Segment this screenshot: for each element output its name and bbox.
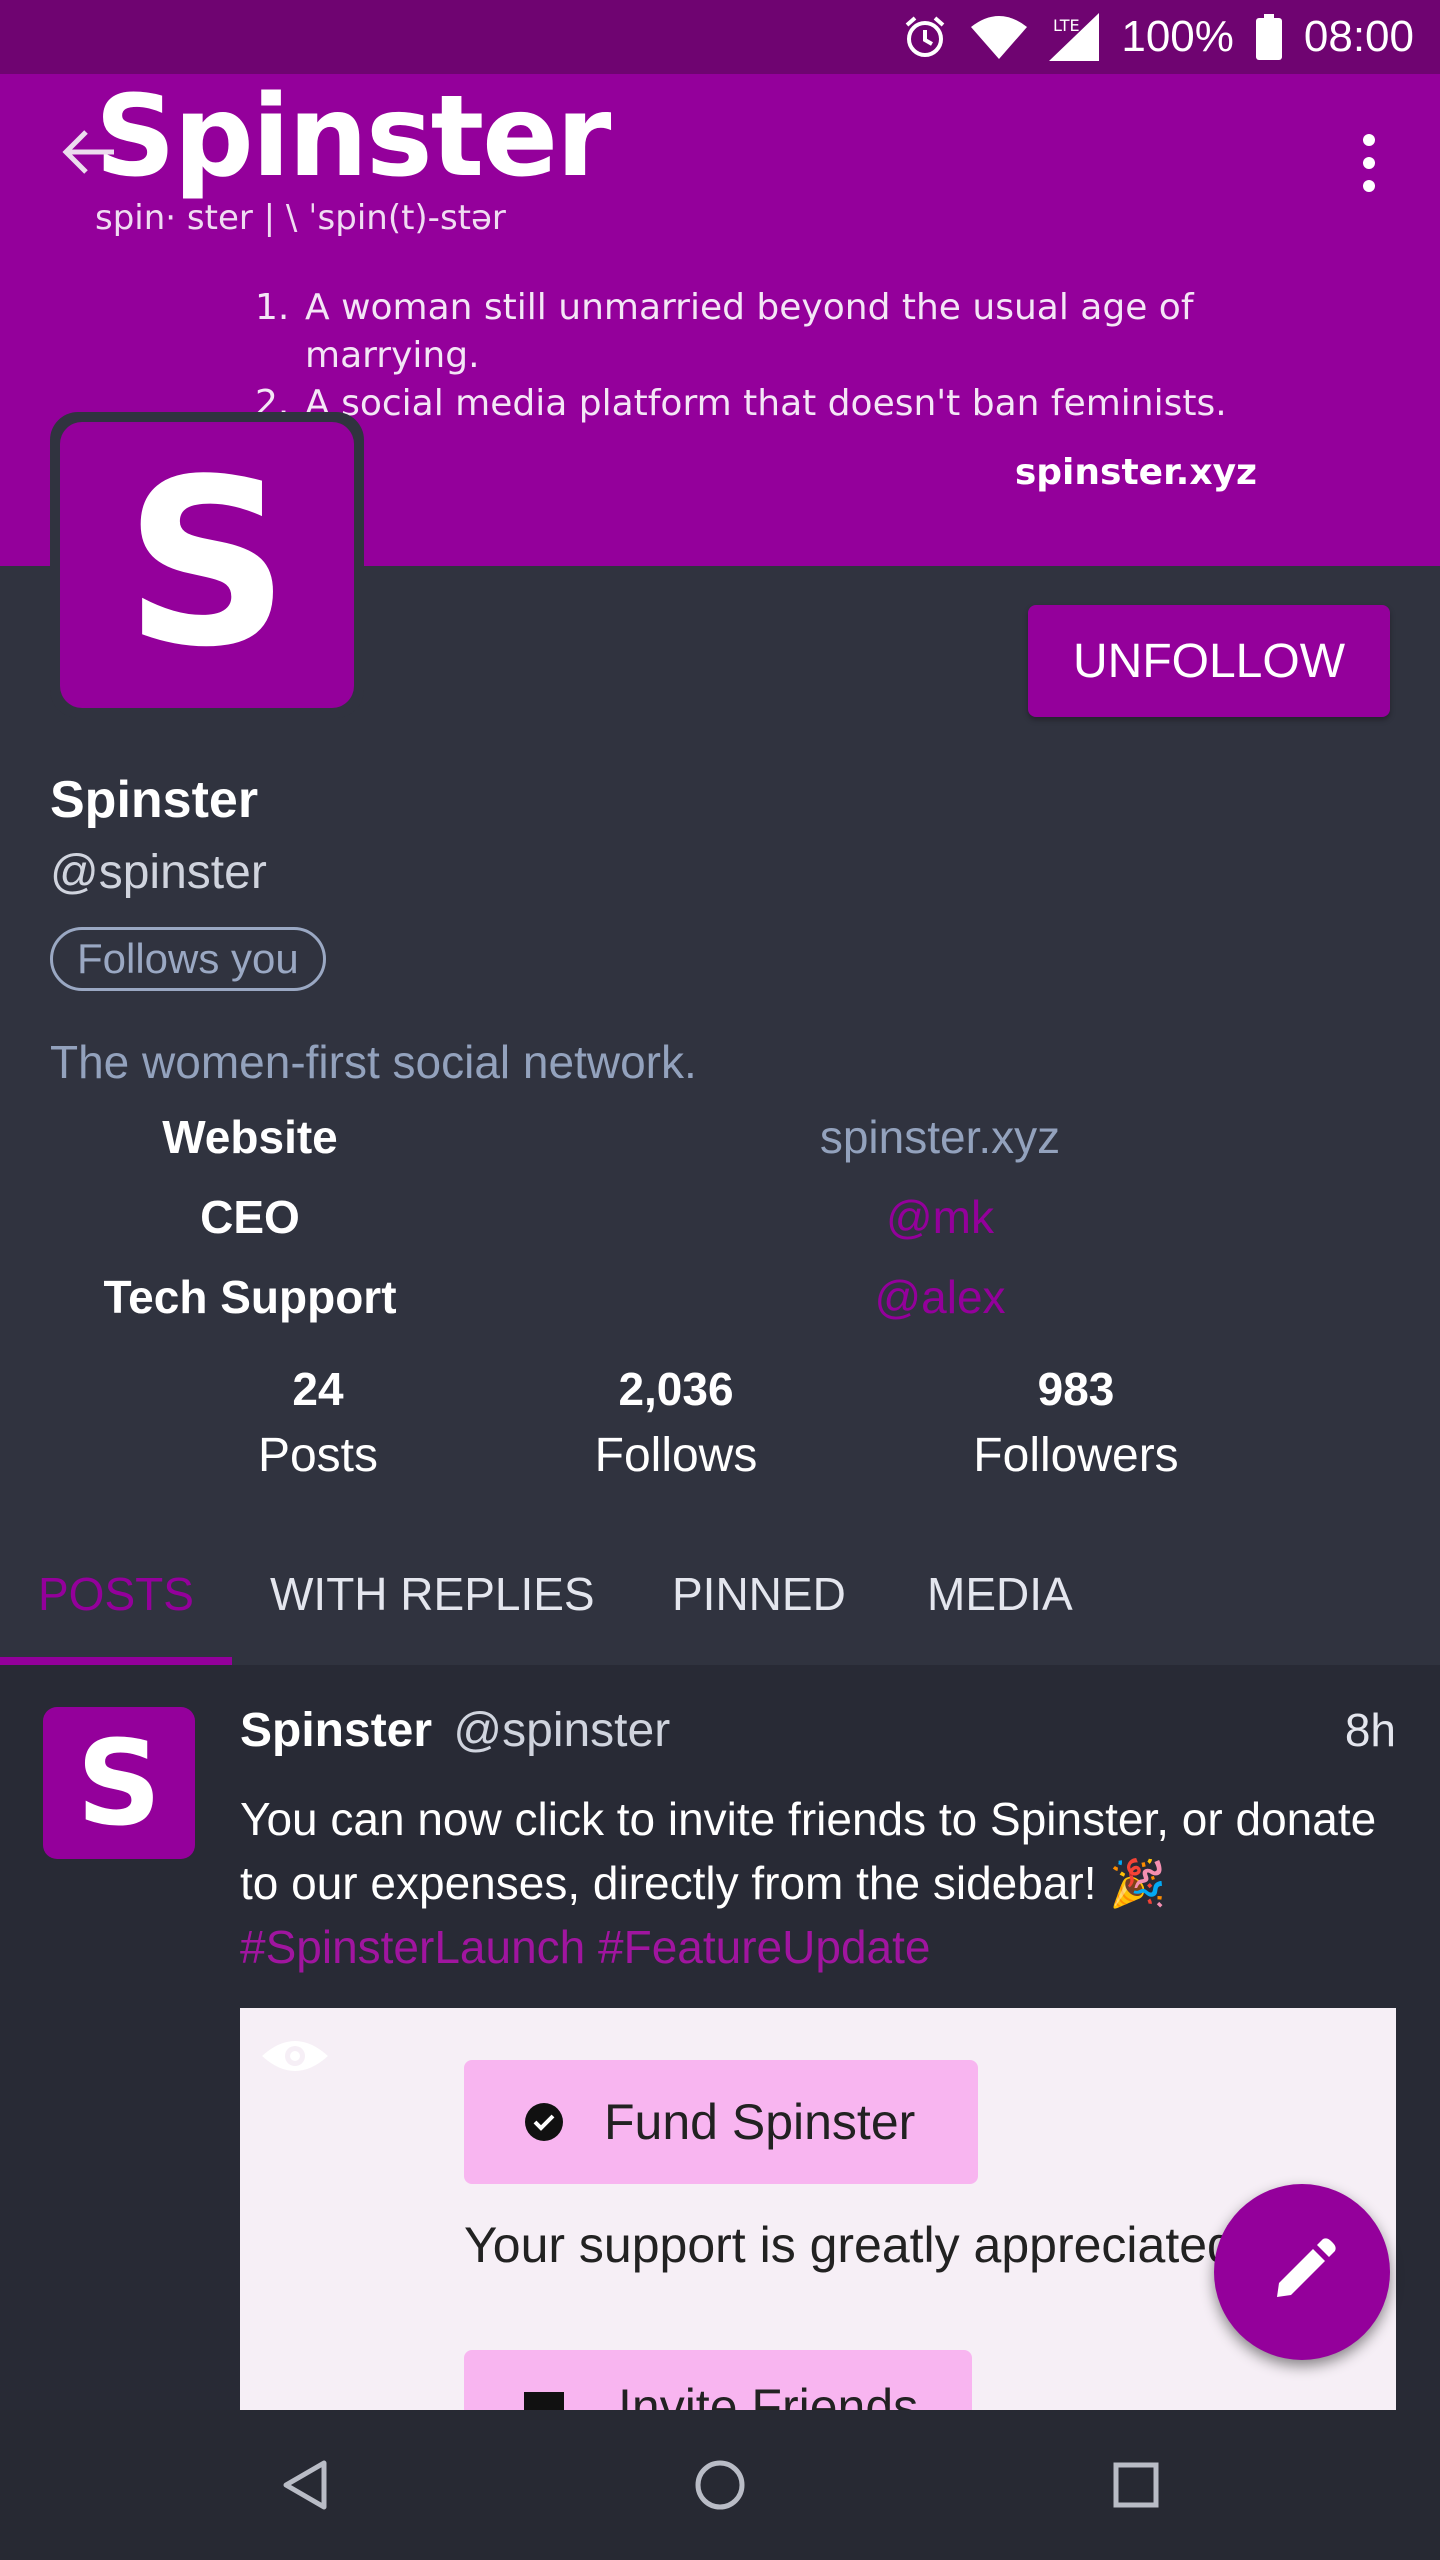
lte-signal-icon: LTE xyxy=(1049,13,1100,61)
field-value-tech-support[interactable]: @alex xyxy=(690,1270,1190,1324)
eye-icon[interactable] xyxy=(258,2032,332,2080)
field-value-website[interactable]: spinster.xyz xyxy=(690,1110,1190,1164)
invite-friends-label: Invite Friends xyxy=(618,2379,919,2410)
avatar-letter: S xyxy=(60,422,354,708)
definition-item: 1. A woman still unmarried beyond the us… xyxy=(255,284,1295,380)
stat-label: Followers xyxy=(973,1429,1179,1482)
stat-number: 2,036 xyxy=(618,1363,734,1415)
post-avatar[interactable]: S xyxy=(43,1707,195,1859)
post-header: Spinster @spinster xyxy=(240,1703,670,1758)
banner-pronunciation: spin· ster | \ ˈspin(t)-stər xyxy=(95,198,506,238)
tab-with-replies[interactable]: WITH REPLIES xyxy=(270,1567,595,1621)
profile-avatar: S xyxy=(50,412,364,718)
back-nav-icon[interactable] xyxy=(274,2455,334,2515)
profile-bio: The women-first social network. xyxy=(50,1036,697,1088)
post-text: You can now click to invite friends to S… xyxy=(240,1793,1377,1909)
banner-url: spinster.xyz xyxy=(1014,452,1257,493)
fund-spinster-button: Fund Spinster xyxy=(464,2060,978,2184)
unfollow-button[interactable]: UNFOLLOW xyxy=(1028,605,1390,717)
post-timestamp: 8h xyxy=(1344,1704,1396,1756)
battery-icon xyxy=(1255,14,1282,60)
definition-number: 1. xyxy=(255,287,290,328)
stat-followers[interactable]: 983 Followers xyxy=(896,1362,1256,1483)
fund-spinster-label: Fund Spinster xyxy=(604,2094,916,2150)
definition-text: A woman still unmarried beyond the usual… xyxy=(305,287,1194,376)
overflow-menu-icon[interactable] xyxy=(1345,130,1393,200)
definition-text: A social media platform that doesn't ban… xyxy=(305,383,1227,424)
field-value-ceo[interactable]: @mk xyxy=(690,1190,1190,1244)
field-label: Website xyxy=(162,1111,338,1163)
stat-label: Posts xyxy=(257,1429,379,1482)
post-hashtags[interactable]: #SpinsterLaunch #FeatureUpdate xyxy=(240,1921,930,1973)
wifi-icon xyxy=(971,15,1028,59)
tab-pinned[interactable]: PINNED xyxy=(672,1567,846,1621)
tab-posts[interactable]: POSTS xyxy=(38,1567,194,1621)
invite-friends-button: Invite Friends xyxy=(464,2350,972,2410)
field-label: CEO xyxy=(200,1191,300,1243)
stat-number: 983 xyxy=(1037,1363,1115,1415)
active-tab-indicator xyxy=(0,1657,232,1665)
post-author-name[interactable]: Spinster xyxy=(240,1704,432,1757)
banner-definitions: 1. A woman still unmarried beyond the us… xyxy=(255,284,1295,428)
banner-brand: Spinster xyxy=(95,74,611,202)
status-bar: LTE 100% 08:00 xyxy=(0,0,1440,74)
system-navigation-bar xyxy=(0,2410,1440,2560)
party-emoji: 🎉 xyxy=(1109,1857,1167,1909)
pencil-icon xyxy=(1277,2238,1336,2297)
post-author-handle: @spinster xyxy=(453,1704,671,1757)
field-row: Tech Support @alex xyxy=(0,1270,1440,1350)
follows-you-badge: Follows you xyxy=(50,927,326,991)
compose-fab-button[interactable] xyxy=(1214,2184,1390,2360)
profile-fields: Website spinster.xyz CEO @mk Tech Suppor… xyxy=(0,1110,1440,1350)
recents-nav-icon[interactable] xyxy=(1106,2455,1166,2515)
post-content: You can now click to invite friends to S… xyxy=(240,1787,1390,1979)
field-label: Tech Support xyxy=(103,1271,397,1323)
field-row: Website spinster.xyz xyxy=(0,1110,1440,1190)
home-nav-icon[interactable] xyxy=(690,2455,750,2515)
stat-posts[interactable]: 24 Posts xyxy=(138,1362,498,1483)
battery-percent: 100% xyxy=(1121,12,1234,61)
alarm-icon xyxy=(901,13,949,61)
stat-label: Follows xyxy=(594,1429,758,1482)
tab-media[interactable]: MEDIA xyxy=(927,1567,1073,1621)
profile-display-name: Spinster xyxy=(50,771,259,829)
support-text: Your support is greatly appreciated xyxy=(464,2217,1235,2273)
status-time: 08:00 xyxy=(1303,12,1414,61)
field-row: CEO @mk xyxy=(0,1190,1440,1270)
lte-label: LTE xyxy=(1053,16,1080,35)
definition-item: 2. A social media platform that doesn't … xyxy=(255,380,1295,428)
check-circle-icon xyxy=(525,2103,563,2141)
stat-follows[interactable]: 2,036 Follows xyxy=(496,1362,856,1483)
profile-tabs: POSTS WITH REPLIES PINNED MEDIA xyxy=(0,1545,1440,1665)
post-media-image[interactable]: Fund Spinster Your support is greatly ap… xyxy=(240,2008,1396,2410)
profile-handle: @spinster xyxy=(50,846,267,899)
back-arrow-icon[interactable] xyxy=(58,120,122,184)
envelope-icon xyxy=(524,2392,564,2410)
stat-number: 24 xyxy=(292,1363,344,1415)
